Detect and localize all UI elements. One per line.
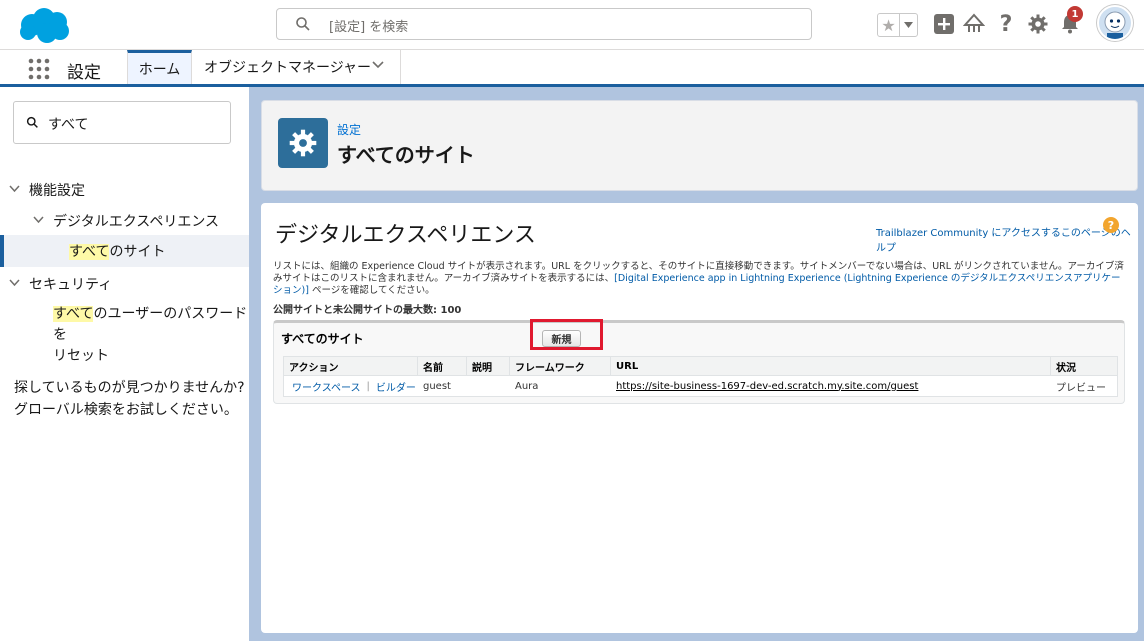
cell-actions: ワークスペース | ビルダー [284,376,418,396]
search-icon [26,116,38,128]
app-nav-bar: 設定 ホーム オブジェクトマネージャー [0,50,1144,87]
cell-framework: Aura [515,380,539,392]
chevron-down-icon[interactable] [372,61,384,69]
global-header: [設定] を検索 ★ ? 1 [0,0,1144,50]
not-found-message: 探しているものが見つかりませんか? グローバル検索をお試しください。 [14,377,245,421]
col-header-url: URL [611,357,1051,375]
setup-gear-icon-box [278,118,328,168]
table-header-row: アクション 名前 説明 フレームワーク URL 状況 [284,357,1117,376]
not-found-line-2: グローバル検索をお試しください。 [14,402,238,418]
global-search-input[interactable]: [設定] を検索 [276,8,812,40]
tree-item-reset-passwords[interactable]: すべてのユーザーのパスワードを リセット [53,304,249,367]
global-actions-button[interactable] [932,12,956,36]
not-found-line-1: 探しているものが見つかりませんか? [14,380,245,396]
chevron-down-icon[interactable] [9,185,20,193]
chevron-down-icon[interactable] [9,279,20,287]
help-icon[interactable]: ? [1103,217,1119,233]
notification-badge: 1 [1067,6,1083,22]
setup-sidebar: すべて 機能設定 デジタルエクスペリエンス すべてのサイト セキュリティ すべて… [0,90,249,641]
search-highlight: すべて [69,244,110,260]
trailhead-button[interactable] [962,12,986,36]
app-launcher-icon[interactable] [28,58,50,80]
max-sites-text: 公開サイトと未公開サイトの最大数: 100 [273,305,462,316]
workspace-link[interactable]: ワークスペース [292,379,361,394]
quick-find-value: すべて [48,117,89,133]
add-icon [934,14,954,34]
salesforce-logo[interactable] [14,5,74,45]
content-panel: デジタルエクスペリエンス Trailblazer Community にアクセス… [261,203,1138,633]
setup-button[interactable] [1026,12,1050,36]
star-icon[interactable]: ★ [878,14,900,36]
col-header-description: 説明 [467,357,510,375]
main-area: 設定 すべてのサイト デジタルエクスペリエンス Trailblazer Comm… [249,87,1144,641]
tab-home[interactable]: ホーム [127,50,192,84]
new-site-button[interactable]: 新規 [542,330,581,347]
block-title: すべてのサイト [281,332,364,346]
tab-object-manager-label: オブジェクトマネージャー [204,60,372,76]
action-separator: | [366,380,370,392]
builder-link[interactable]: ビルダー [376,379,416,394]
sites-table: アクション 名前 説明 フレームワーク URL 状況 ワークスペース | ビルダ… [283,356,1118,397]
astro-avatar-icon [1099,7,1131,39]
search-icon [296,17,310,31]
col-header-status: 状況 [1056,362,1076,374]
cell-name: guest [423,380,451,392]
tree-item-all-sites-rest: のサイト [109,244,166,260]
table-row: ワークスペース | ビルダー guest Aura https://site-b… [284,376,1117,396]
sites-list-block: すべてのサイト 新規 アクション 名前 説明 フレームワーク URL 状況 ワー… [273,319,1125,404]
favorites-dropdown[interactable] [900,14,917,36]
cell-description [467,376,510,396]
tree-item-digital-experiences[interactable]: デジタルエクスペリエンス [53,211,219,231]
avatar[interactable] [1097,5,1133,41]
tree-item-all-sites[interactable]: すべてのサイト [0,235,249,267]
quick-find-input[interactable]: すべて [13,101,231,144]
cell-status: プレビュー [1056,382,1106,394]
chevron-down-icon [904,22,913,28]
help-button[interactable]: ? [994,11,1018,37]
help-icon: ? [999,11,1013,37]
favorites-button[interactable]: ★ [877,13,918,37]
trailhead-icon [963,13,985,32]
chevron-down-icon[interactable] [33,216,44,224]
cell-url: https://site-business-1697-dev-ed.scratc… [611,376,1051,396]
page-header: 設定 すべてのサイト [261,100,1138,191]
section-title: デジタルエクスペリエンス [275,223,536,248]
tree-item-all-sites-label: すべてのサイト [69,241,165,261]
gear-icon [1028,14,1048,34]
col-header-name: 名前 [418,357,467,375]
help-link[interactable]: Trailblazer Community にアクセスするこのページのヘルプ [876,224,1138,254]
description-text: リストには、組織の Experience Cloud サイトが表示されます。UR… [273,261,1125,297]
page-title: すべてのサイト [337,143,475,167]
site-url-link[interactable]: https://site-business-1697-dev-ed.scratc… [616,381,918,392]
page-subtitle: 設定 [337,123,362,137]
tab-home-label: ホーム [138,61,181,78]
app-name: 設定 [67,63,101,83]
tree-item-security[interactable]: セキュリティ [29,274,112,294]
col-header-framework: フレームワーク [510,357,611,375]
tab-object-manager[interactable]: オブジェクトマネージャー [192,50,401,84]
search-highlight: すべて [53,306,94,322]
reset-label-2: リセット [53,348,109,364]
gear-icon [289,129,317,157]
description-part-2: ページを確認してください。 [308,285,435,296]
search-placeholder: [設定] を検索 [329,20,409,35]
tree-item-features[interactable]: 機能設定 [29,180,85,200]
col-header-action: アクション [284,357,418,375]
